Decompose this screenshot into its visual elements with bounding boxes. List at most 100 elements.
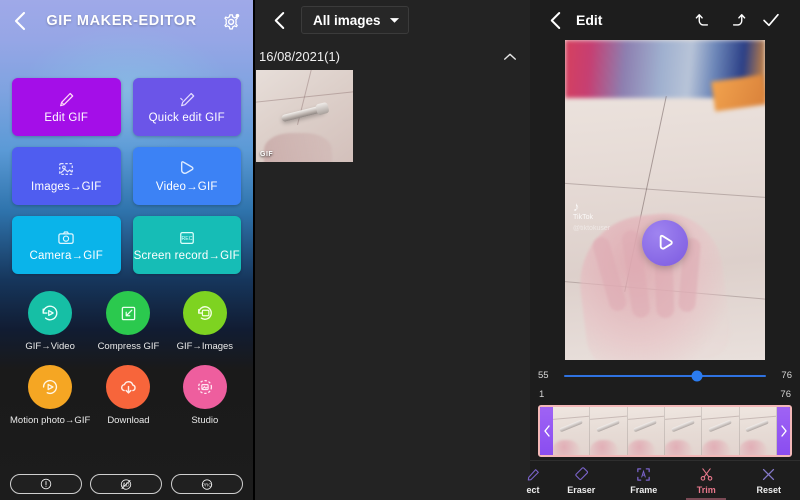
images-to-gif-button[interactable]: Images→GIF	[12, 147, 121, 205]
item-label: GIF→Images	[176, 341, 234, 352]
picker-back-button[interactable]	[267, 5, 291, 35]
card-label: Edit GIF	[44, 112, 89, 124]
item-label: Download	[107, 415, 150, 426]
filmstrip-frame[interactable]	[590, 407, 628, 455]
tool-label: Trim	[696, 485, 716, 495]
card-label: Images→GIF	[31, 181, 102, 193]
tool-label: Eraser	[567, 485, 596, 495]
motion-photo-to-gif-button[interactable]: Motion photo→GIF	[10, 365, 90, 426]
scrubber-knob[interactable]	[691, 370, 703, 381]
watermark-handle: @tiktokuser	[573, 224, 611, 232]
quick-edit-gif-button[interactable]: Quick edit GIF	[132, 78, 241, 136]
trim-handle-right[interactable]	[777, 407, 790, 455]
compress-gif-button[interactable]: Compress GIF	[90, 291, 166, 352]
scissors-icon	[700, 468, 713, 481]
tool-effect[interactable]: ect	[516, 461, 550, 500]
redo-button[interactable]	[720, 5, 754, 35]
filmstrip-frame[interactable]	[553, 407, 591, 455]
gear-icon	[223, 13, 239, 30]
primary-action-grid: Edit GIF Quick edit GIF Images→GIF Video…	[12, 78, 241, 274]
filmstrip-frame[interactable]	[739, 407, 777, 455]
motion-play-icon	[28, 365, 73, 409]
card-label: Quick edit GIF	[148, 112, 225, 124]
edit-back-button[interactable]	[542, 5, 568, 35]
watermark-name: TikTok	[573, 214, 593, 221]
range-max-label: 76	[780, 389, 791, 400]
bottom-pill-row: AD PRO	[0, 474, 253, 494]
exclamation-circle-icon	[40, 478, 52, 490]
play-button[interactable]	[642, 220, 688, 266]
gif-to-video-button[interactable]: GIF→Video	[10, 291, 90, 352]
tiktok-watermark: ♪ TikTok @tiktokuser	[573, 200, 610, 234]
download-button[interactable]: Download	[90, 365, 166, 426]
date-group-header: 16/08/2021(1)	[255, 40, 530, 70]
thumb-object	[281, 105, 326, 123]
check-icon	[763, 13, 779, 27]
edit-gif-button[interactable]: Edit GIF	[12, 78, 121, 136]
app-screenshot: GIF MAKER-EDITOR Edit GIF Quick edit GIF…	[0, 0, 800, 500]
secondary-action-grid: GIF→Video Compress GIF GIF→Images Motion…	[10, 291, 243, 426]
filmstrip-frames[interactable]	[553, 407, 777, 455]
album-filter-dropdown[interactable]: All images	[301, 6, 409, 34]
scrubber-start-value: 55	[538, 370, 549, 381]
tool-eraser[interactable]: Eraser	[550, 461, 613, 500]
video-to-gif-button[interactable]: Video→GIF	[132, 147, 241, 205]
tiktok-logo-icon: ♪	[573, 199, 580, 214]
edit-header: Edit	[530, 0, 800, 40]
filmstrip-frame[interactable]	[702, 407, 740, 455]
no-ads-pill-button[interactable]: AD	[90, 474, 163, 494]
tool-label: ect	[526, 484, 540, 495]
edit-title: Edit	[576, 12, 603, 28]
thumbnail-grid: GIF	[255, 70, 530, 162]
collapse-group-button[interactable]	[502, 52, 518, 61]
scrubber-track[interactable]	[564, 370, 766, 381]
effect-icon	[527, 468, 539, 481]
edit-panel: Edit ♪ TikTok @tiktokuser 55 76 1 76 ect…	[526, 0, 800, 500]
studio-icon	[182, 365, 227, 409]
play-circle-icon	[659, 234, 673, 250]
trim-handle-left[interactable]	[540, 407, 553, 455]
svg-text:PRO: PRO	[202, 482, 212, 487]
screen-record-to-gif-button[interactable]: REC Screen record→GIF	[132, 216, 241, 274]
svg-text:REC: REC	[181, 236, 192, 242]
studio-button[interactable]: Studio	[167, 365, 243, 426]
album-filter-label: All images	[313, 12, 381, 28]
undo-icon	[695, 13, 708, 26]
info-pill-button[interactable]	[10, 474, 83, 494]
card-label: Video→GIF	[155, 181, 218, 193]
redo-icon	[732, 13, 745, 26]
confirm-button[interactable]	[754, 5, 788, 35]
tool-trim[interactable]: Trim	[675, 461, 738, 500]
chevron-left-icon	[543, 425, 550, 437]
image-refresh-icon	[182, 291, 227, 335]
brush-icon	[56, 90, 76, 110]
preview-object	[711, 74, 765, 112]
gif-to-images-button[interactable]: GIF→Images	[167, 291, 243, 352]
gif-badge: GIF	[260, 151, 274, 158]
edit-toolbar: ect Eraser Frame Trim Reset	[526, 460, 800, 500]
camera-to-gif-button[interactable]: Camera→GIF	[12, 216, 121, 274]
item-label: Studio	[191, 415, 219, 426]
filmstrip-frame[interactable]	[664, 407, 703, 455]
video-preview[interactable]: ♪ TikTok @tiktokuser	[565, 40, 765, 360]
pro-pill-button[interactable]: PRO	[170, 474, 243, 494]
tool-label: Frame	[630, 485, 658, 495]
tool-frame[interactable]: Frame	[613, 461, 676, 500]
chevron-left-icon	[550, 11, 560, 29]
settings-button[interactable]	[209, 0, 253, 42]
chevron-left-icon	[14, 11, 26, 31]
card-label: Camera→GIF	[29, 250, 104, 262]
item-label: Compress GIF	[97, 341, 160, 352]
play-icon	[176, 159, 197, 179]
filmstrip-frame[interactable]	[627, 407, 665, 455]
rewind-play-icon	[28, 291, 73, 335]
tool-reset[interactable]: Reset	[738, 461, 800, 500]
brush-icon	[177, 90, 197, 110]
picker-header: All images	[255, 0, 530, 40]
chevron-right-icon	[780, 425, 787, 437]
caret-down-icon	[389, 18, 399, 23]
gif-thumbnail-item[interactable]: GIF	[256, 70, 353, 162]
chevron-up-icon	[504, 53, 516, 60]
undo-button[interactable]	[686, 5, 720, 35]
left-header: GIF MAKER-EDITOR	[0, 0, 253, 42]
